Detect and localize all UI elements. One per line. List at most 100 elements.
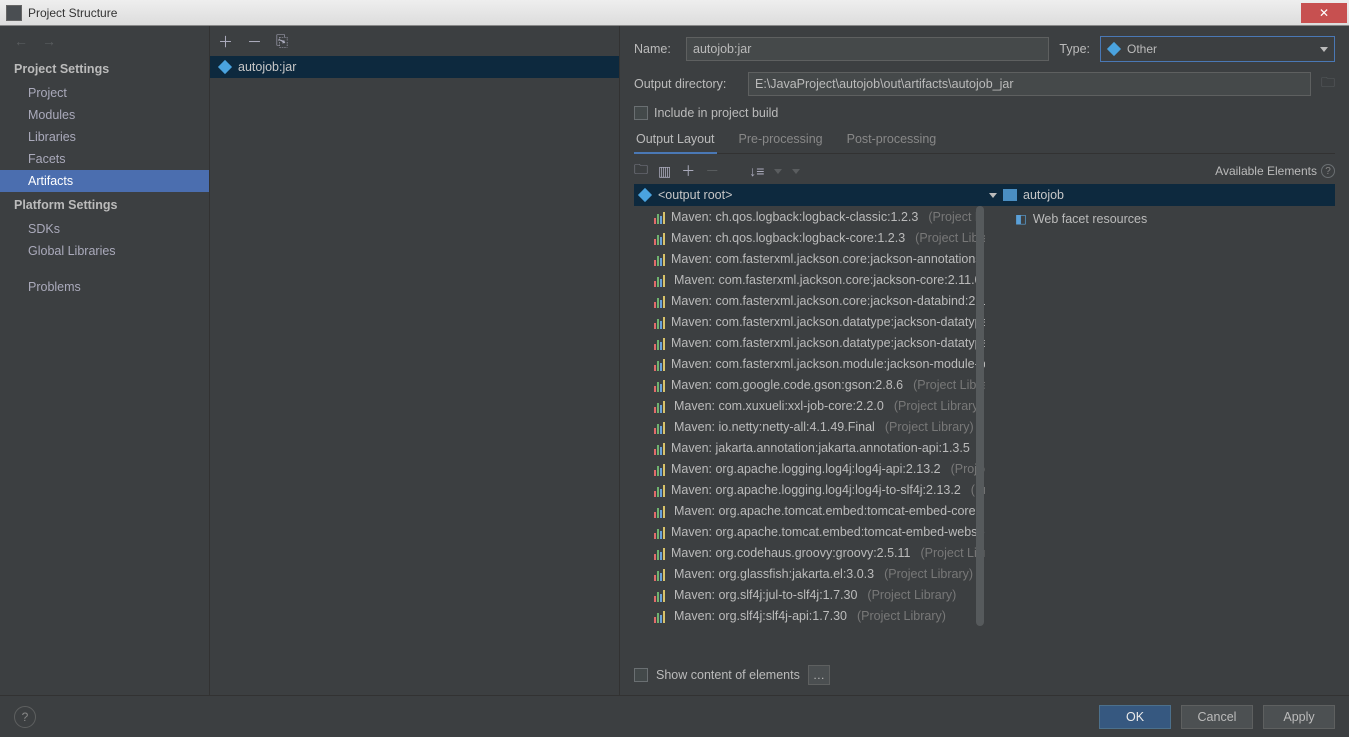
web-facet-icon: ◧ [1015,211,1027,226]
output-library-item[interactable]: Maven: com.fasterxml.jackson.datatype:ja… [634,332,985,353]
sidebar-item-problems[interactable]: Problems [0,276,209,298]
sidebar-item-project[interactable]: Project [0,82,209,104]
library-icon [654,462,665,476]
artifact-detail-panel: Name: Type: Other Output directory: 🗀 In… [620,26,1349,695]
remove-icon[interactable]: － [705,161,719,181]
name-label: Name: [634,42,676,56]
outdir-label: Output directory: [634,77,738,91]
output-library-item[interactable]: Maven: org.codehaus.groovy:groovy:2.5.11… [634,542,985,563]
sidebar-item-libraries[interactable]: Libraries [0,126,209,148]
available-root-row[interactable]: autojob [985,184,1335,206]
output-library-item[interactable]: Maven: jakarta.annotation:jakarta.annota… [634,437,985,458]
browse-folder-icon[interactable]: 🗀 [1321,72,1335,96]
output-library-item[interactable]: Maven: com.fasterxml.jackson.core:jackso… [634,248,985,269]
help-icon[interactable]: ? [1321,164,1335,178]
output-directory-input[interactable] [748,72,1311,96]
library-icon [654,567,668,581]
output-library-item[interactable]: Maven: ch.qos.logback:logback-classic:1.… [634,206,985,227]
expand-toggle-icon[interactable] [989,193,997,198]
collapse-icon[interactable] [792,169,800,174]
output-library-item[interactable]: Maven: com.fasterxml.jackson.module:jack… [634,353,985,374]
library-icon [654,252,665,266]
output-root-icon [638,188,652,202]
include-build-label: Include in project build [654,106,778,120]
show-content-options-button[interactable]: … [808,665,830,685]
output-library-item[interactable]: Maven: com.fasterxml.jackson.core:jackso… [634,290,985,311]
library-icon [654,378,665,392]
available-element-item[interactable]: ◧Web facet resources [985,208,1335,229]
artifact-list-item[interactable]: autojob:jar [210,56,619,78]
output-library-item[interactable]: Maven: org.slf4j:jul-to-slf4j:1.7.30(Pro… [634,584,985,605]
new-folder-icon[interactable]: 🗀 [634,159,648,183]
output-library-item[interactable]: Maven: org.apache.logging.log4j:log4j-to… [634,479,985,500]
output-layout-toolbar: 🗀 ▥ ＋ － ↓≡ [634,159,800,183]
sidebar-item-modules[interactable]: Modules [0,104,209,126]
module-icon [1003,189,1017,201]
tab-post-processing[interactable]: Post-processing [845,128,939,153]
artifact-name-input[interactable] [686,37,1049,61]
artifact-type-select[interactable]: Other [1100,36,1335,62]
window-close-button[interactable]: ✕ [1301,3,1347,23]
output-layout-tree[interactable]: Maven: ch.qos.logback:logback-classic:1.… [634,206,985,657]
help-button[interactable]: ? [14,706,36,728]
library-icon [654,546,665,560]
sidebar-item-global-libraries[interactable]: Global Libraries [0,240,209,262]
library-icon [654,210,665,224]
nav-back-icon[interactable]: ← [14,33,28,49]
artifact-type-value: Other [1127,42,1157,56]
artifact-type-icon [1107,42,1121,56]
new-archive-icon[interactable]: ▥ [658,163,671,180]
scrollbar-thumb[interactable] [976,206,984,626]
sidebar-item-facets[interactable]: Facets [0,148,209,170]
library-icon [654,609,668,623]
sidebar-section-project: Project Settings [0,56,209,82]
include-build-checkbox[interactable] [634,106,648,120]
dialog-button-bar: ? OK Cancel Apply [0,695,1349,737]
show-content-label: Show content of elements [656,668,800,682]
sort-icon[interactable]: ↓≡ [749,163,764,179]
output-library-item[interactable]: Maven: com.xuxueli:xxl-job-core:2.2.0(Pr… [634,395,985,416]
output-library-item[interactable]: Maven: org.apache.logging.log4j:log4j-ap… [634,458,985,479]
window-title: Project Structure [28,6,1301,20]
output-library-item[interactable]: Maven: com.google.code.gson:gson:2.8.6(P… [634,374,985,395]
available-elements-label: Available Elements ? [1215,164,1335,178]
library-icon [654,588,668,602]
library-icon [654,525,665,539]
apply-button[interactable]: Apply [1263,705,1335,729]
cancel-button[interactable]: Cancel [1181,705,1253,729]
output-library-item[interactable]: Maven: org.apache.tomcat.embed:tomcat-em… [634,500,985,521]
library-icon [654,294,665,308]
copy-artifact-icon[interactable]: ⎘ [276,33,288,50]
sidebar-item-artifacts[interactable]: Artifacts [0,170,209,192]
type-label: Type: [1059,42,1090,56]
expand-icon[interactable] [774,169,782,174]
library-icon [654,504,668,518]
output-root-row[interactable]: <output root> [634,184,985,206]
library-icon [654,336,665,350]
output-library-item[interactable]: Maven: io.netty:netty-all:4.1.49.Final(P… [634,416,985,437]
output-library-item[interactable]: Maven: org.slf4j:slf4j-api:1.7.30(Projec… [634,605,985,626]
titlebar: Project Structure ✕ [0,0,1349,26]
remove-artifact-icon[interactable]: － [247,31,262,52]
output-library-item[interactable]: Maven: ch.qos.logback:logback-core:1.2.3… [634,227,985,248]
output-library-item[interactable]: Maven: com.fasterxml.jackson.core:jackso… [634,269,985,290]
output-library-item[interactable]: Maven: org.glassfish:jakarta.el:3.0.3(Pr… [634,563,985,584]
library-icon [654,231,665,245]
show-content-checkbox[interactable] [634,668,648,682]
artifacts-list-panel: ＋ － ⎘ autojob:jar [210,26,620,695]
app-icon [6,5,22,21]
output-library-item[interactable]: Maven: com.fasterxml.jackson.datatype:ja… [634,311,985,332]
available-elements-tree[interactable]: ◧Web facet resources [985,206,1335,229]
output-library-item[interactable]: Maven: org.apache.tomcat.embed:tomcat-em… [634,521,985,542]
add-artifact-icon[interactable]: ＋ [218,31,233,52]
nav-forward-icon[interactable]: → [42,33,56,49]
ok-button[interactable]: OK [1099,705,1171,729]
library-icon [654,399,668,413]
sidebar-item-sdks[interactable]: SDKs [0,218,209,240]
tab-pre-processing[interactable]: Pre-processing [737,128,825,153]
library-icon [654,420,668,434]
sidebar-section-platform: Platform Settings [0,192,209,218]
detail-tabs: Output Layout Pre-processing Post-processi… [634,128,1335,154]
tab-output-layout[interactable]: Output Layout [634,128,717,154]
add-copy-icon[interactable]: ＋ [681,161,695,181]
